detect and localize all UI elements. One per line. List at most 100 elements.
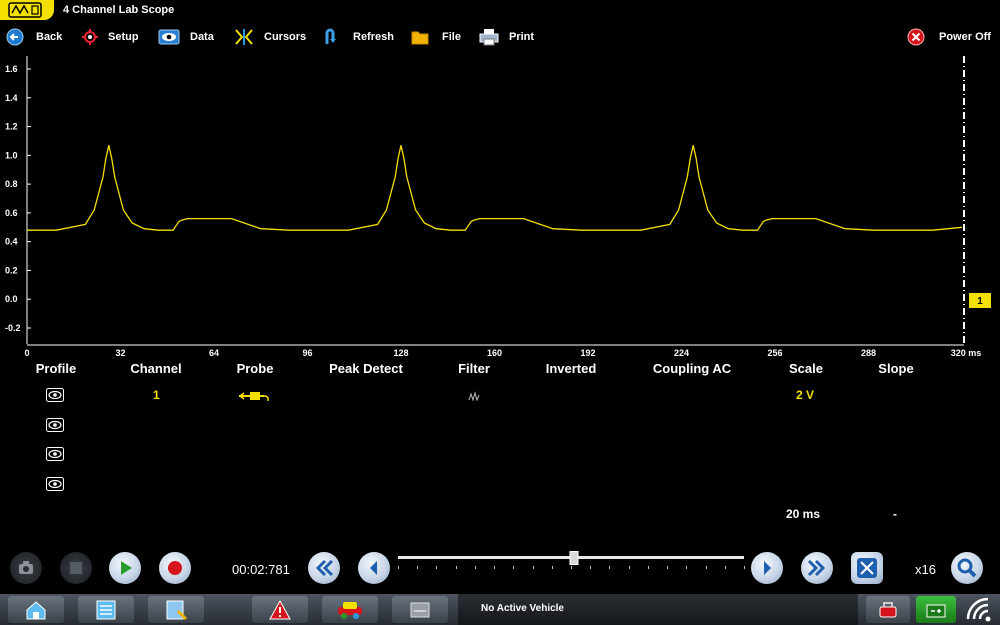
scan-tool-icon xyxy=(879,601,897,617)
skip-back-button[interactable] xyxy=(308,552,340,584)
slider-tick xyxy=(551,566,553,569)
toolbar: Back Setup Data Cursors Refresh File Pri… xyxy=(0,22,1000,52)
slider-thumb[interactable] xyxy=(569,551,579,565)
scope-tools-icon xyxy=(166,600,188,620)
y-tick-label: 0.6 xyxy=(5,208,18,218)
slope-value[interactable]: - xyxy=(893,507,897,521)
print-label: Print xyxy=(509,31,535,43)
slider-tick xyxy=(571,566,572,569)
x-tick-label: 192 xyxy=(580,348,596,358)
scope-plot[interactable]: 1.6 1.4 1.2 1.0 0.8 0.6 0.4 0.2 0.0 -0.2 1 xyxy=(0,52,1000,346)
scope-logo-icon xyxy=(8,2,42,18)
channel-1-marker[interactable]: 1 xyxy=(969,293,991,308)
slider-tick xyxy=(455,566,457,569)
wifi-icon[interactable] xyxy=(962,597,994,623)
stop-button[interactable] xyxy=(60,552,92,584)
channel-3-visibility-eye-icon[interactable] xyxy=(46,447,64,461)
channel-1-scale[interactable]: 2 V xyxy=(796,388,814,402)
cursors-button[interactable]: Cursors xyxy=(233,24,306,50)
slider-tick xyxy=(436,566,438,569)
x-tick-label: 256 xyxy=(767,348,783,358)
zoom-button[interactable] xyxy=(951,552,983,584)
slider-tick xyxy=(609,566,611,569)
home-icon xyxy=(26,600,46,619)
vehicle-button[interactable] xyxy=(322,596,378,623)
taskbar: No Active Vehicle xyxy=(0,594,1000,625)
scope-tools-button[interactable] xyxy=(148,596,204,623)
refresh-button[interactable]: Refresh xyxy=(322,24,394,50)
camera-button[interactable] xyxy=(10,552,42,584)
skip-forward-button[interactable] xyxy=(801,552,833,584)
zoom-level: x16 xyxy=(915,562,936,577)
data-button[interactable]: Data xyxy=(158,24,214,50)
header-inverted: Inverted xyxy=(545,361,597,376)
record-dot-icon xyxy=(168,561,182,575)
y-tick-label: 0.8 xyxy=(5,179,18,189)
header-filter: Filter xyxy=(458,361,490,376)
slider-tick xyxy=(667,566,669,569)
battery-status[interactable] xyxy=(916,596,956,623)
x-axis-labels: 0 32 64 96 128 160 192 224 256 288 320 ms xyxy=(0,346,1000,360)
folder-manager-button[interactable] xyxy=(392,596,448,623)
playback-slider[interactable] xyxy=(398,551,745,572)
title-bar: 4 Channel Lab Scope xyxy=(0,0,1000,22)
printer-icon xyxy=(479,29,499,46)
x-tick-label: 128 xyxy=(393,348,409,358)
refresh-icon xyxy=(325,28,336,44)
filter-icon[interactable] xyxy=(468,391,480,401)
slider-tick xyxy=(590,566,592,569)
magnifier-icon xyxy=(957,558,977,578)
print-button[interactable]: Print xyxy=(479,24,534,50)
setup-gear-icon xyxy=(82,29,98,45)
y-tick-label: 0.0 xyxy=(5,294,18,304)
channel-1-marker-label: 1 xyxy=(977,296,983,307)
header-coupling-ac: Coupling AC xyxy=(652,361,732,376)
y-tick-label: -0.2 xyxy=(5,323,21,333)
y-tick-label: 1.4 xyxy=(5,93,18,103)
x-tick-label: 160 xyxy=(486,348,503,358)
folder-manager-icon xyxy=(410,602,430,617)
header-scale: Scale xyxy=(789,361,823,376)
step-forward-button[interactable] xyxy=(751,552,783,584)
warning-triangle-icon xyxy=(269,599,291,619)
power-off-button[interactable]: Power Off xyxy=(907,24,991,50)
data-label: Data xyxy=(190,31,214,43)
timebase-value[interactable]: 20 ms xyxy=(786,507,820,521)
slider-tick xyxy=(705,566,707,569)
y-tick-label: 0.4 xyxy=(5,237,18,247)
playback-time: 00:02:781 xyxy=(232,562,290,577)
zoom-fit-button[interactable] xyxy=(851,552,883,584)
y-tick-label: 0.2 xyxy=(5,265,18,275)
probe-icon[interactable] xyxy=(238,389,272,403)
setup-label: Setup xyxy=(108,31,139,43)
step-back-button[interactable] xyxy=(358,552,390,584)
header-slope: Slope xyxy=(878,361,914,376)
play-triangle-icon xyxy=(121,561,132,575)
warning-button[interactable] xyxy=(252,596,308,623)
x-tick-label: 64 xyxy=(208,348,220,358)
data-list-icon xyxy=(96,600,116,619)
play-button[interactable] xyxy=(109,552,141,584)
home-button[interactable] xyxy=(8,596,64,623)
cursors-icon xyxy=(235,29,253,45)
zoom-fit-icon xyxy=(857,558,877,578)
vehicle-status-text: No Active Vehicle xyxy=(481,603,564,614)
back-button[interactable]: Back xyxy=(6,24,62,50)
record-button[interactable] xyxy=(159,552,191,584)
channel-1-visibility-eye-icon[interactable] xyxy=(46,388,64,402)
x-tick-label: 96 xyxy=(302,348,313,358)
double-chevron-left-icon xyxy=(315,559,334,577)
slider-tick xyxy=(724,566,726,569)
scan-tool-button[interactable] xyxy=(866,596,910,623)
data-eye-icon xyxy=(158,29,180,45)
file-button[interactable]: File xyxy=(411,24,461,50)
app-logo xyxy=(0,0,54,20)
data-list-button[interactable] xyxy=(78,596,134,623)
channel-2-visibility-eye-icon[interactable] xyxy=(46,418,64,432)
channel-4-visibility-eye-icon[interactable] xyxy=(46,477,64,491)
setup-button[interactable]: Setup xyxy=(80,24,139,50)
x-tick-label: 224 xyxy=(673,348,690,358)
slider-tick xyxy=(417,566,419,569)
chevron-right-icon xyxy=(764,561,771,575)
channel-1-number[interactable]: 1 xyxy=(153,388,160,402)
